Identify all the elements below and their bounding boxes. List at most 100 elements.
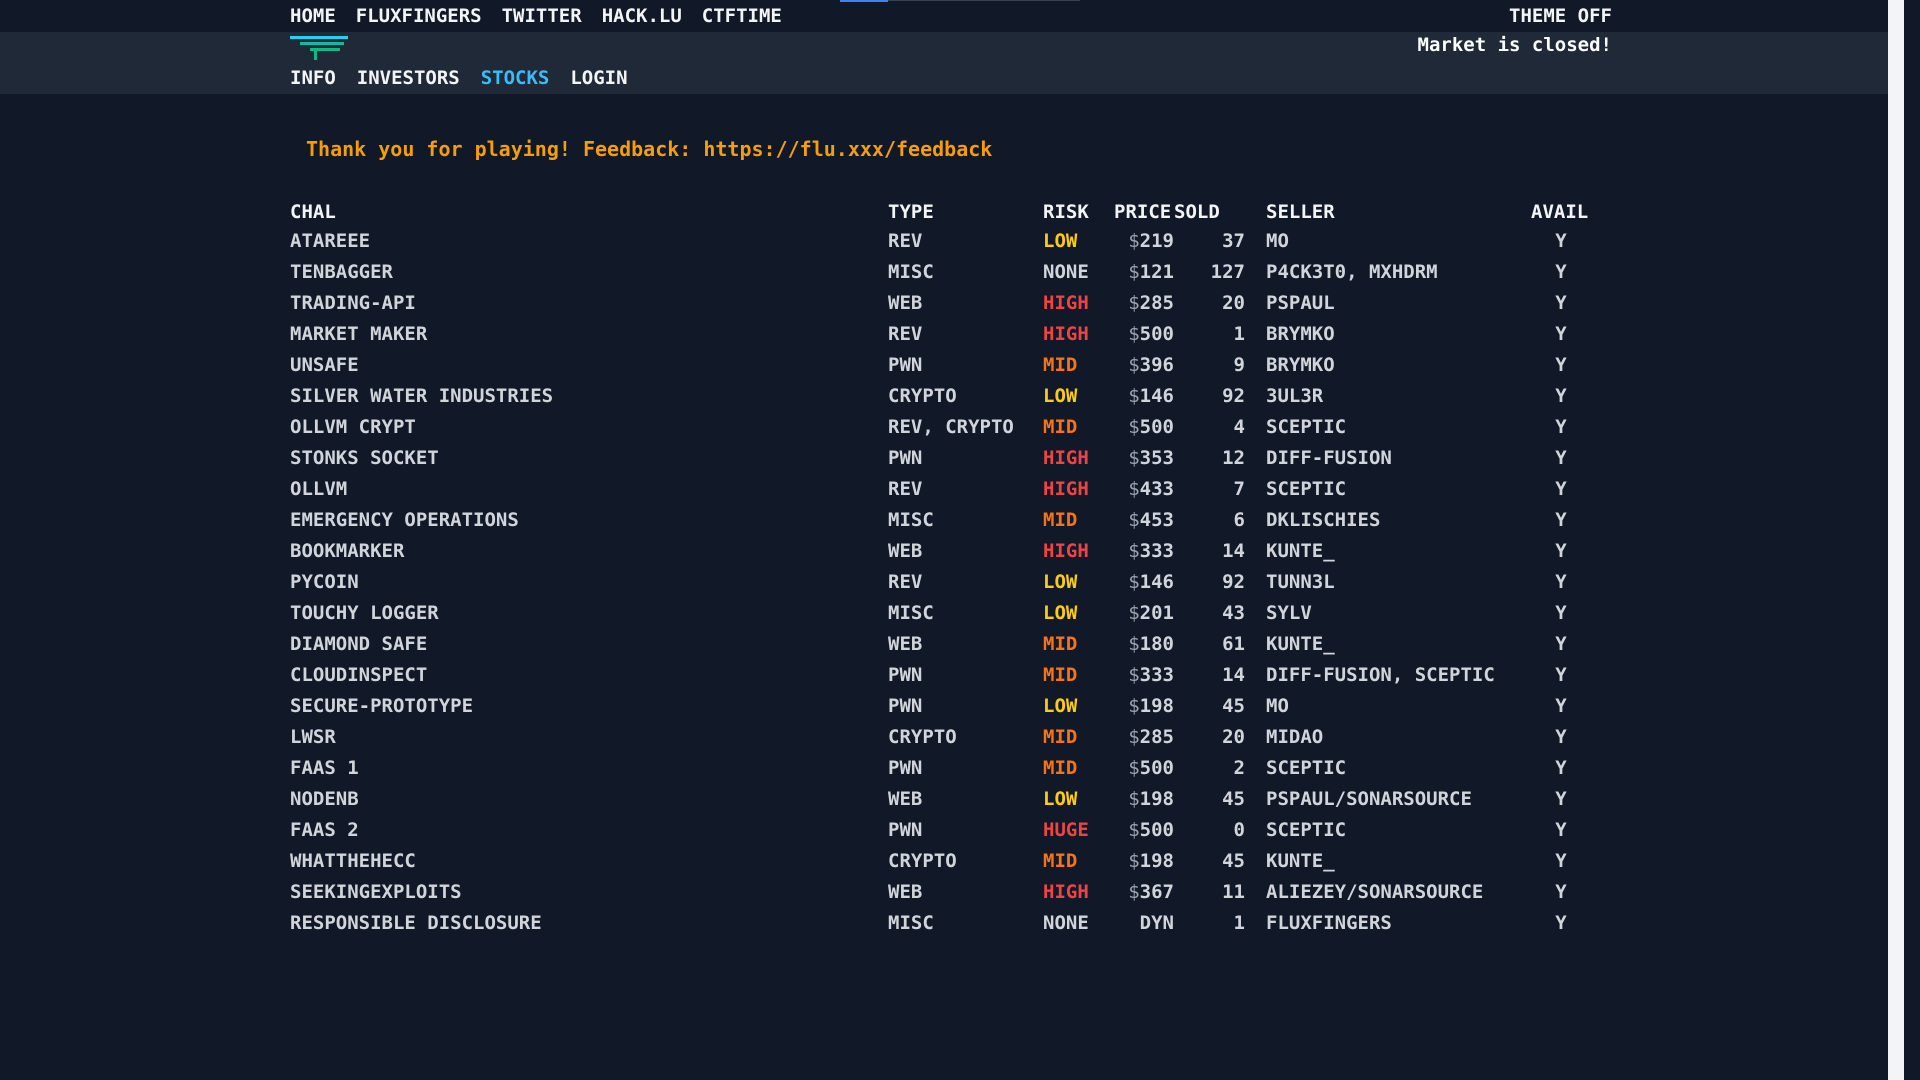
chal-name[interactable]: RESPONSIBLE DISCLOSURE <box>290 907 888 938</box>
chal-name[interactable]: OLLVM <box>290 473 888 504</box>
chal-name[interactable]: CLOUDINSPECT <box>290 659 888 690</box>
table-row[interactable]: MARKET MAKER REV HIGH $500 1 BRYMKO Y <box>290 318 1591 349</box>
table-row[interactable]: TRADING-API WEB HIGH $285 20 PSPAUL Y <box>290 287 1591 318</box>
table-row[interactable]: FAAS 2 PWN HUGE $500 0 SCEPTIC Y <box>290 814 1591 845</box>
chal-name[interactable]: BOOKMARKER <box>290 535 888 566</box>
chal-name[interactable]: FAAS 1 <box>290 752 888 783</box>
price-cell: $285 <box>1114 721 1174 752</box>
table-row[interactable]: PYCOIN REV LOW $146 92 TUNN3L Y <box>290 566 1591 597</box>
dollar-sign: $ <box>1128 384 1140 407</box>
risk-level: HIGH <box>1043 880 1089 903</box>
nav-ctftime-link[interactable]: CTFTIME <box>702 5 782 27</box>
chal-name[interactable]: TOUCHY LOGGER <box>290 597 888 628</box>
table-row[interactable]: SEEKINGEXPLOITS WEB HIGH $367 11 ALIEZEY/SONA… <box>290 876 1591 907</box>
dollar-sign: $ <box>1128 477 1140 500</box>
price-value: 146 <box>1139 570 1174 593</box>
price-cell: $146 <box>1114 566 1174 597</box>
sub-nav-info-link[interactable]: INFO <box>290 67 336 89</box>
table-body: ATAREEE REV LOW $219 37 MO Y TENBAGGER MISC NONE $… <box>290 225 1591 938</box>
dollar-sign: $ <box>1128 756 1140 779</box>
chal-name[interactable]: PYCOIN <box>290 566 888 597</box>
chal-name[interactable]: ATAREEE <box>290 225 888 256</box>
dollar-sign: $ <box>1128 291 1140 314</box>
table-row[interactable]: UNSAFE PWN MID $396 9 BRYMKO Y <box>290 349 1591 380</box>
nav-home-link[interactable]: HOME <box>290 5 336 27</box>
table-row[interactable]: STONKS SOCKET PWN HIGH $353 12 DIFF-FUSION Y <box>290 442 1591 473</box>
sub-nav-investors-link[interactable]: INVESTORS <box>357 67 460 89</box>
chal-name[interactable]: DIAMOND SAFE <box>290 628 888 659</box>
seller-name: PSPAUL <box>1266 291 1335 314</box>
avail-flag: Y <box>1555 818 1567 841</box>
seller-name: SCEPTIC <box>1266 415 1347 438</box>
table-row[interactable]: ATAREEE REV LOW $219 37 MO Y <box>290 225 1591 256</box>
table-row[interactable]: FAAS 1 PWN MID $500 2 SCEPTIC Y <box>290 752 1591 783</box>
sub-nav-login-link[interactable]: LOGIN <box>570 67 627 89</box>
price-cell: $198 <box>1114 690 1174 721</box>
dollar-sign: $ <box>1128 694 1140 717</box>
chal-name[interactable]: TENBAGGER <box>290 256 888 287</box>
table-row[interactable]: EMERGENCY OPERATIONS MISC MID $453 6 DKLISCHI… <box>290 504 1591 535</box>
chal-name[interactable]: WHATTHEHECC <box>290 845 888 876</box>
dollar-sign: $ <box>1128 353 1140 376</box>
table-row[interactable]: BOOKMARKER WEB HIGH $333 14 KUNTE_ Y <box>290 535 1591 566</box>
table-row[interactable]: OLLVM REV HIGH $433 7 SCEPTIC Y <box>290 473 1591 504</box>
price-value: 198 <box>1139 694 1174 717</box>
chal-name[interactable]: STONKS SOCKET <box>290 442 888 473</box>
seller-name: TUNN3L <box>1266 570 1335 593</box>
chal-name[interactable]: SECURE-PROTOTYPE <box>290 690 888 721</box>
nav-fluxfingers-link[interactable]: FLUXFINGERS <box>356 5 482 27</box>
dollar-sign: $ <box>1128 229 1140 252</box>
table-row[interactable]: DIAMOND SAFE WEB MID $180 61 KUNTE_ Y <box>290 628 1591 659</box>
sold-count: 4 <box>1233 415 1245 438</box>
chal-name[interactable]: OLLVM CRYPT <box>290 411 888 442</box>
chal-name[interactable]: LWSR <box>290 721 888 752</box>
avail-flag: Y <box>1555 601 1567 624</box>
fluxfingers-logo-icon[interactable] <box>290 34 348 62</box>
header-risk: RISK <box>1043 201 1089 223</box>
chal-type: PWN <box>888 756 923 779</box>
table-row[interactable]: LWSR CRYPTO MID $285 20 MIDAO Y <box>290 721 1591 752</box>
table-row[interactable]: SILVER WATER INDUSTRIES CRYPTO LOW $146 92 3U… <box>290 380 1591 411</box>
top-navbar: HOME FLUXFINGERS TWITTER HACK.LU CTFTIME… <box>0 0 1904 32</box>
table-row[interactable]: WHATTHEHECC CRYPTO MID $198 45 KUNTE_ Y <box>290 845 1591 876</box>
price-cell: $180 <box>1114 628 1174 659</box>
chal-name[interactable]: SEEKINGEXPLOITS <box>290 876 888 907</box>
sub-nav-stocks-link[interactable]: STOCKS <box>481 67 550 89</box>
chal-name[interactable]: NODENB <box>290 783 888 814</box>
chal-name[interactable]: EMERGENCY OPERATIONS <box>290 504 888 535</box>
chal-type: WEB <box>888 539 923 562</box>
nav-twitter-link[interactable]: TWITTER <box>502 5 582 27</box>
risk-level: LOW <box>1043 601 1078 624</box>
chal-name[interactable]: TRADING-API <box>290 287 888 318</box>
chal-name[interactable]: UNSAFE <box>290 349 888 380</box>
chal-name[interactable]: FAAS 2 <box>290 814 888 845</box>
price-cell: $198 <box>1114 783 1174 814</box>
risk-level: MID <box>1043 725 1078 748</box>
chal-type: REV <box>888 477 923 500</box>
chal-type: MISC <box>888 601 934 624</box>
risk-level: NONE <box>1043 260 1089 283</box>
table-row[interactable]: TOUCHY LOGGER MISC LOW $201 43 SYLV Y <box>290 597 1591 628</box>
price-cell: $333 <box>1114 659 1174 690</box>
price-cell: $285 <box>1114 287 1174 318</box>
table-row[interactable]: NODENB WEB LOW $198 45 PSPAUL/SONARSOURCE Y <box>290 783 1591 814</box>
sold-count: 92 <box>1222 384 1245 407</box>
avail-flag: Y <box>1555 663 1567 686</box>
table-row[interactable]: SECURE-PROTOTYPE PWN LOW $198 45 MO Y <box>290 690 1591 721</box>
table-row[interactable]: RESPONSIBLE DISCLOSURE MISC NONE DYN 1 FLUXFI… <box>290 907 1591 938</box>
risk-level: HIGH <box>1043 477 1089 500</box>
page-scrollbar[interactable] <box>1888 0 1904 1080</box>
market-status-text: Market is closed! <box>1417 34 1612 56</box>
table-row[interactable]: OLLVM CRYPT REV, CRYPTO MID $500 4 SCEPTIC Y <box>290 411 1591 442</box>
chal-type: PWN <box>888 353 923 376</box>
theme-toggle-button[interactable]: THEME OFF <box>1509 5 1612 27</box>
price-value: 333 <box>1139 539 1174 562</box>
nav-hacklu-link[interactable]: HACK.LU <box>602 5 682 27</box>
dollar-sign: $ <box>1128 818 1140 841</box>
table-row[interactable]: TENBAGGER MISC NONE $121 127 P4CK3T0, MXHDRM Y <box>290 256 1591 287</box>
dollar-sign: $ <box>1128 539 1140 562</box>
price-cell: $500 <box>1114 752 1174 783</box>
table-row[interactable]: CLOUDINSPECT PWN MID $333 14 DIFF-FUSION, SCE… <box>290 659 1591 690</box>
chal-name[interactable]: MARKET MAKER <box>290 318 888 349</box>
chal-name[interactable]: SILVER WATER INDUSTRIES <box>290 380 888 411</box>
